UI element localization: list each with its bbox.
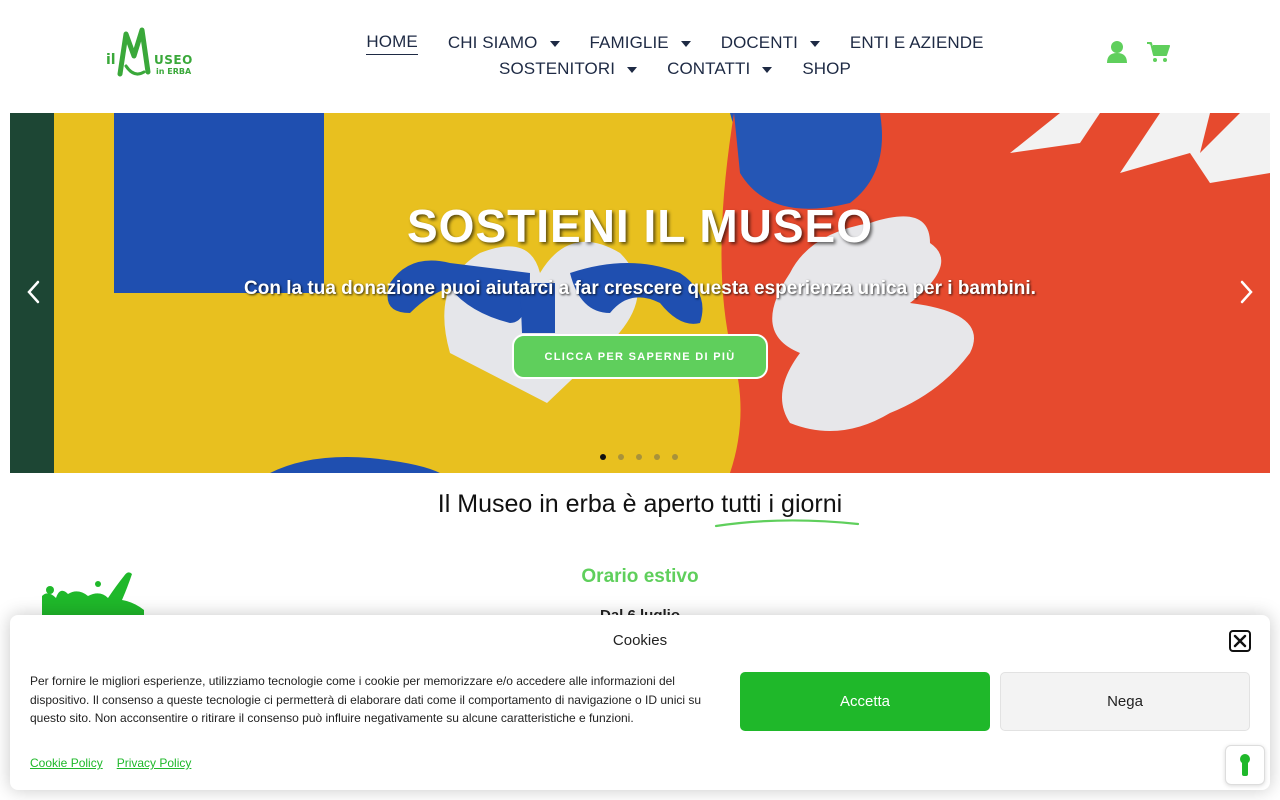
handdrawn-underline bbox=[714, 519, 860, 528]
cookie-title: Cookies bbox=[612, 632, 668, 649]
svg-text:il: il bbox=[106, 52, 116, 68]
svg-text:USEO: USEO bbox=[154, 53, 193, 67]
hero-title: SOSTIENI IL MUSEO bbox=[407, 200, 873, 252]
slider-dot[interactable] bbox=[672, 454, 678, 460]
opening-headline: Il Museo in erba è aperto tutti i giorni bbox=[437, 490, 843, 518]
nav-item-docenti[interactable]: DOCENTI bbox=[721, 33, 820, 53]
cookie-links: Cookie Policy Privacy Policy bbox=[30, 756, 191, 770]
cookie-policy-link[interactable]: Cookie Policy bbox=[30, 756, 103, 770]
cookie-consent-banner: Cookies Per fornire le migliori esperien… bbox=[10, 615, 1270, 790]
accept-button[interactable]: Accetta bbox=[740, 672, 990, 731]
site-header: il USEO in ERBA HOME CHI SIAMO FAMIGLIE … bbox=[0, 0, 1280, 113]
user-icon[interactable] bbox=[1106, 40, 1128, 69]
nav-item-home[interactable]: HOME bbox=[366, 32, 418, 55]
privacy-policy-link[interactable]: Privacy Policy bbox=[117, 756, 192, 770]
nav-item-famiglie[interactable]: FAMIGLIE bbox=[590, 33, 691, 53]
nav-item-enti-e-aziende[interactable]: ENTI E AZIENDE bbox=[850, 33, 984, 53]
slider-dot[interactable] bbox=[600, 454, 606, 460]
hero-subtitle: Con la tua donazione puoi aiutarci a far… bbox=[244, 278, 1036, 299]
cart-icon[interactable] bbox=[1146, 41, 1170, 68]
consent-settings-button[interactable] bbox=[1225, 745, 1265, 785]
keyhole-icon bbox=[1240, 754, 1250, 776]
nav-item-sostenitori[interactable]: SOSTENITORI bbox=[499, 59, 638, 79]
cookie-description: Per fornire le migliori esperienze, util… bbox=[30, 674, 702, 725]
slider-dot[interactable] bbox=[636, 454, 642, 460]
chevron-down-icon bbox=[762, 67, 773, 73]
slider-dot[interactable] bbox=[654, 454, 660, 460]
slider-dot[interactable] bbox=[618, 454, 624, 460]
chevron-down-icon bbox=[549, 41, 560, 47]
nav-item-contatti[interactable]: CONTATTI bbox=[667, 59, 773, 79]
svg-text:in ERBA: in ERBA bbox=[156, 67, 192, 76]
chevron-down-icon bbox=[627, 67, 638, 73]
nav-row-2: SOSTENITORI CONTATTI SHOP bbox=[330, 56, 1020, 82]
chevron-down-icon bbox=[680, 41, 691, 47]
main-navigation: HOME CHI SIAMO FAMIGLIE DOCENTI ENTI E A… bbox=[330, 30, 1020, 82]
deny-button[interactable]: Nega bbox=[1000, 672, 1250, 731]
nav-item-chi-siamo[interactable]: CHI SIAMO bbox=[448, 33, 560, 53]
learn-more-button[interactable]: CLICCA PER SAPERNE DI PIÙ bbox=[512, 334, 768, 379]
nav-row-1: HOME CHI SIAMO FAMIGLIE DOCENTI ENTI E A… bbox=[330, 30, 1020, 56]
slider-pagination bbox=[600, 454, 678, 460]
hero-slider: SOSTIENI IL MUSEO Con la tua donazione p… bbox=[10, 113, 1270, 473]
header-icons bbox=[1106, 40, 1170, 69]
close-icon[interactable] bbox=[1229, 630, 1251, 652]
section-title: Orario estivo bbox=[581, 566, 699, 587]
nav-item-shop[interactable]: SHOP bbox=[802, 59, 851, 79]
museo-in-erba-logo[interactable]: il USEO in ERBA bbox=[104, 26, 220, 86]
chevron-down-icon bbox=[809, 41, 820, 47]
